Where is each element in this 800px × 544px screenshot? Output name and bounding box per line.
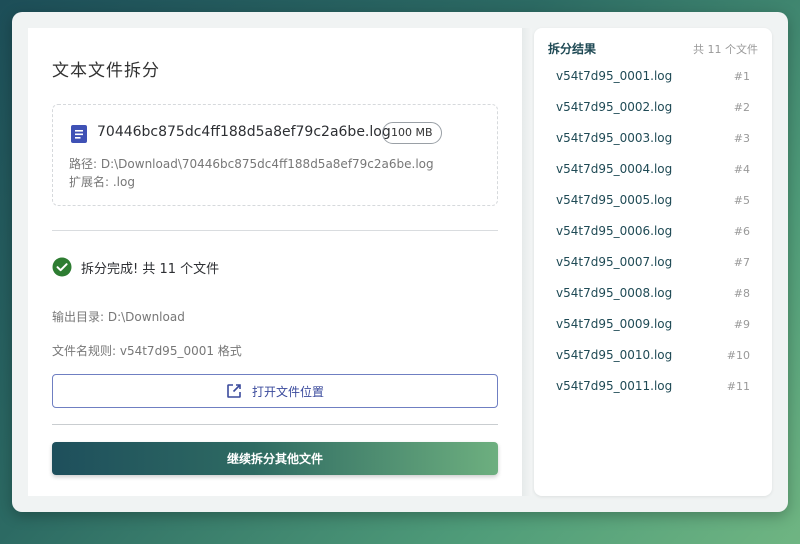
file-extension: 扩展名: .log bbox=[69, 175, 135, 189]
result-file-name: v54t7d95_0006.log bbox=[556, 224, 673, 238]
result-index: #1 bbox=[733, 70, 750, 83]
result-list: v54t7d95_0001.log #1 v54t7d95_0002.log #… bbox=[534, 62, 772, 403]
result-item[interactable]: v54t7d95_0007.log #7 bbox=[534, 248, 772, 279]
status-text: 拆分完成! 共 11 个文件 bbox=[81, 262, 220, 277]
check-circle-icon bbox=[52, 257, 72, 277]
page-title: 文本文件拆分 bbox=[52, 61, 160, 81]
naming-rule: 文件名规则: v54t7d95_0001 格式 bbox=[52, 344, 242, 358]
result-file-name: v54t7d95_0004.log bbox=[556, 162, 673, 176]
continue-split-button[interactable]: 继续拆分其他文件 bbox=[52, 442, 498, 475]
result-item[interactable]: v54t7d95_0005.log #5 bbox=[534, 186, 772, 217]
file-size-badge: 100 MB bbox=[382, 122, 442, 144]
result-item[interactable]: v54t7d95_0004.log #4 bbox=[534, 155, 772, 186]
result-index: #9 bbox=[733, 318, 750, 331]
panel-splitter bbox=[522, 28, 532, 496]
result-index: #7 bbox=[733, 256, 750, 269]
result-file-name: v54t7d95_0008.log bbox=[556, 286, 673, 300]
results-panel: 拆分结果 共 11 个文件 v54t7d95_0001.log #1 v54t7… bbox=[534, 28, 772, 496]
file-name: 70446bc875dc4ff188d5a8ef79c2a6be.log bbox=[97, 124, 391, 140]
file-path: 路径: D:\Download\70446bc875dc4ff188d5a8ef… bbox=[69, 157, 434, 171]
result-file-name: v54t7d95_0005.log bbox=[556, 193, 673, 207]
results-count: 共 11 个文件 bbox=[693, 43, 758, 56]
result-file-name: v54t7d95_0002.log bbox=[556, 100, 673, 114]
divider bbox=[52, 230, 498, 231]
result-file-name: v54t7d95_0011.log bbox=[556, 379, 673, 393]
results-title: 拆分结果 bbox=[548, 42, 597, 56]
result-item[interactable]: v54t7d95_0006.log #6 bbox=[534, 217, 772, 248]
result-index: #10 bbox=[726, 349, 750, 362]
result-index: #8 bbox=[733, 287, 750, 300]
result-index: #6 bbox=[733, 225, 750, 238]
continue-split-label: 继续拆分其他文件 bbox=[226, 452, 323, 466]
result-index: #2 bbox=[733, 101, 750, 114]
result-item[interactable]: v54t7d95_0011.log #11 bbox=[534, 372, 772, 403]
result-file-name: v54t7d95_0001.log bbox=[556, 69, 673, 83]
result-index: #11 bbox=[726, 380, 750, 393]
result-file-name: v54t7d95_0010.log bbox=[556, 348, 673, 362]
open-location-label: 打开文件位置 bbox=[251, 384, 324, 399]
result-item[interactable]: v54t7d95_0008.log #8 bbox=[534, 279, 772, 310]
result-index: #3 bbox=[733, 132, 750, 145]
result-item[interactable]: v54t7d95_0002.log #2 bbox=[534, 93, 772, 124]
open-location-button[interactable]: 打开文件位置 bbox=[52, 374, 498, 408]
file-info-card: 70446bc875dc4ff188d5a8ef79c2a6be.log 100… bbox=[52, 104, 498, 206]
result-file-name: v54t7d95_0009.log bbox=[556, 317, 673, 331]
split-panel: 文本文件拆分 70446bc875dc4ff188d5a8ef79c2a6be.… bbox=[28, 28, 522, 496]
result-item[interactable]: v54t7d95_0009.log #9 bbox=[534, 310, 772, 341]
result-file-name: v54t7d95_0003.log bbox=[556, 131, 673, 145]
result-item[interactable]: v54t7d95_0010.log #10 bbox=[534, 341, 772, 372]
result-file-name: v54t7d95_0007.log bbox=[556, 255, 673, 269]
document-icon bbox=[71, 125, 87, 143]
result-item[interactable]: v54t7d95_0003.log #3 bbox=[534, 124, 772, 155]
result-index: #5 bbox=[733, 194, 750, 207]
result-item[interactable]: v54t7d95_0001.log #1 bbox=[534, 62, 772, 93]
result-index: #4 bbox=[733, 163, 750, 176]
divider bbox=[52, 424, 498, 425]
output-directory: 输出目录: D:\Download bbox=[52, 310, 185, 324]
app-window: 文本文件拆分 70446bc875dc4ff188d5a8ef79c2a6be.… bbox=[12, 12, 788, 512]
open-external-icon bbox=[227, 384, 241, 398]
